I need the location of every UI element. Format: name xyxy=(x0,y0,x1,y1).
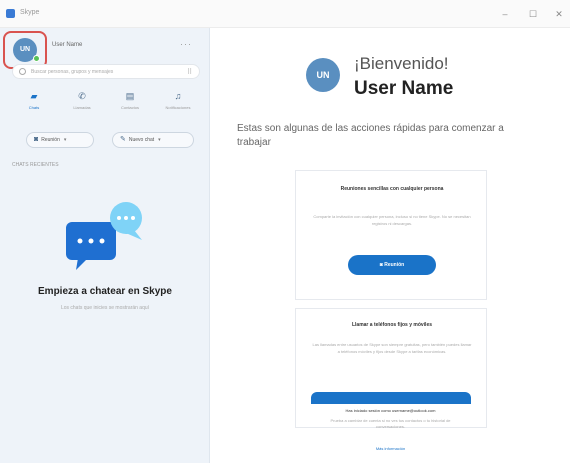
card-title: Llamar a teléfonos fijos y móviles xyxy=(351,322,433,328)
skype-window: Skype – ☐ ✕ UN User Name ··· Buscar pers… xyxy=(0,0,570,463)
skype-logo-icon xyxy=(6,9,15,18)
tab-label: Llamadas xyxy=(73,105,91,110)
recent-chats-label: CHATS RECIENTES xyxy=(12,162,59,168)
switch-account-notice-cont: conversaciones. xyxy=(376,424,405,429)
chevron-down-icon: ▾ xyxy=(158,137,161,143)
new-chat-label: Nuevo chat xyxy=(128,137,155,143)
meet-now-primary-label: Reunión xyxy=(384,262,405,268)
avatar: UN xyxy=(306,58,340,92)
user-name-heading: User Name xyxy=(354,78,454,99)
minimize-button[interactable]: – xyxy=(498,8,512,20)
contacts-icon: ▤ xyxy=(125,91,135,101)
welcome-heading: ¡Bienvenido! xyxy=(354,54,449,73)
maximize-button[interactable]: ☐ xyxy=(526,8,540,20)
chevron-down-icon: ▾ xyxy=(63,137,67,143)
empty-state-title: Empieza a chatear en Skype xyxy=(38,286,172,297)
title-bar: Skype – ☐ ✕ xyxy=(0,0,570,28)
search-input[interactable]: Buscar personas, grupos y mensajes ⠿ xyxy=(12,64,200,79)
dialpad-icon[interactable]: ⠿ xyxy=(187,68,192,76)
meet-now-label: Reunión xyxy=(41,137,60,143)
meet-now-button[interactable]: ◙ Reunión ▾ xyxy=(26,132,94,148)
new-chat-button[interactable]: ✎ Nuevo chat ▾ xyxy=(112,132,194,148)
bell-icon: ♫ xyxy=(174,91,182,101)
video-icon: ◙ xyxy=(34,136,39,143)
tab-notifications[interactable]: ♫ Notificaciones xyxy=(158,92,198,120)
card-title: Reuniones sencillas con cualquier person… xyxy=(340,186,444,192)
tab-calls[interactable]: ✆ Llamadas xyxy=(62,92,102,120)
meet-now-primary-button[interactable]: ◙ Reunión xyxy=(348,255,436,275)
tab-contacts[interactable]: ▤ Contactos xyxy=(110,92,150,120)
card-body: Las llamadas entre usuarios de Skype son… xyxy=(312,342,472,354)
meet-now-card: Reuniones sencillas con cualquier person… xyxy=(295,170,487,300)
close-button[interactable]: ✕ xyxy=(552,8,566,20)
edit-icon: ✎ xyxy=(120,136,126,143)
tab-label: Chats xyxy=(28,105,40,110)
welcome-pane: UN ¡Bienvenido! User Name Estas son algu… xyxy=(211,28,570,463)
presence-online-icon xyxy=(33,55,40,62)
intro-text: Estas son algunas de las acciones rápida… xyxy=(237,123,504,148)
search-placeholder: Buscar personas, grupos y mensajes xyxy=(31,69,114,75)
window-title: Skype xyxy=(20,9,40,16)
signed-in-text: Has iniciado sesión como username@outloo… xyxy=(345,408,436,413)
learn-more-link[interactable]: Más información xyxy=(211,446,570,452)
tab-label: Contactos xyxy=(120,105,139,110)
profile-name[interactable]: User Name xyxy=(52,42,82,48)
chat-bubbles-illustration xyxy=(66,202,142,270)
call-phones-button-partial[interactable] xyxy=(311,392,471,404)
phone-icon: ✆ xyxy=(78,91,86,101)
empty-state-subtitle: Los chats que inicies se mostrarán aquí xyxy=(60,305,150,311)
search-icon xyxy=(19,68,26,75)
main-nav: ▰ Chats ✆ Llamadas ▤ Contactos ♫ Notific… xyxy=(10,92,202,120)
card-body: Comparte la invitación con cualquier per… xyxy=(313,214,471,226)
sidebar: UN User Name ··· Buscar personas, grupos… xyxy=(0,28,210,463)
tab-chats[interactable]: ▰ Chats xyxy=(14,92,54,120)
chat-icon: ▰ xyxy=(30,91,38,101)
tab-label: Notificaciones xyxy=(165,105,191,110)
more-options-button[interactable]: ··· xyxy=(180,39,192,49)
